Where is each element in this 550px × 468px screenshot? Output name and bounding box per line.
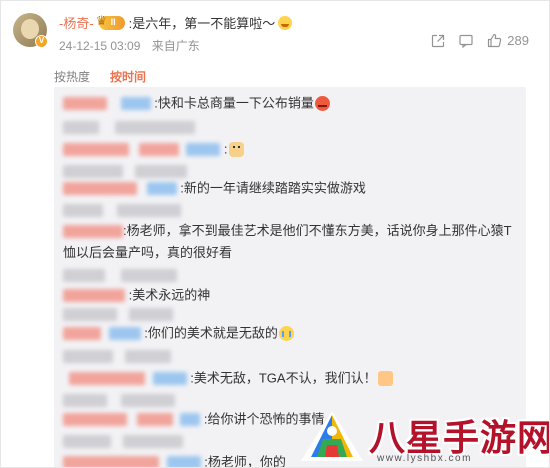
blurred-badge — [166, 456, 201, 467]
blurred-username — [63, 289, 125, 303]
blurred-text — [124, 350, 171, 364]
blurred-text — [138, 143, 179, 157]
comment-meta: 24-12-15 03:09 来自广东 — [59, 37, 200, 54]
watermark-url: www.lyshbx.com — [377, 453, 472, 464]
blurred-username — [63, 435, 111, 449]
reply-text: :快和卡总商量一下公布销量 — [154, 95, 314, 111]
reply-item — [63, 346, 171, 366]
comment-text: :是六年，第一不能算啦～ — [128, 16, 276, 31]
comment-header: -杨奇- :是六年，第一不能算啦～ — [59, 13, 293, 32]
share-icon[interactable] — [431, 34, 445, 48]
reply-item — [63, 304, 173, 324]
blurred-username — [63, 394, 107, 408]
watermark-logo-icon — [299, 409, 365, 467]
reply-text: :杨老师，拿不到最佳艺术是他们不懂东方美，话说你身上那件心猿T恤以后会量产吗，真… — [63, 223, 512, 260]
blurred-username — [63, 350, 113, 364]
blurred-username — [63, 308, 117, 322]
doge-emoji-icon — [228, 142, 244, 158]
comment-date: 24-12-15 03:09 — [59, 39, 141, 53]
blurred-badge — [180, 413, 201, 427]
blurred-badge — [152, 372, 187, 386]
reply-text: :美术永远的神 — [128, 287, 211, 303]
reply-item — [63, 200, 181, 220]
blurred-text — [128, 308, 173, 322]
blurred-text — [120, 269, 177, 283]
reply-text: :杨老师，你的 — [204, 454, 286, 468]
reply-item — [63, 390, 175, 410]
like-button[interactable]: 289 — [487, 33, 529, 48]
username-link[interactable]: -杨奇- — [59, 13, 94, 32]
blurred-badge — [120, 97, 151, 111]
blurred-badge — [146, 182, 177, 196]
thumbs-up-emoji-icon — [377, 371, 393, 387]
weibo-comment-panel: V -杨奇- :是六年，第一不能算啦～ 24-12-15 03:09 来自广东 … — [0, 0, 550, 468]
blurred-text — [122, 435, 183, 449]
reply-text: :你们的美术就是无敌的 — [144, 325, 278, 341]
grin-emoji-icon — [278, 15, 293, 30]
reply-text: :美术无敌，TGA不认，我们认！ — [190, 370, 377, 386]
reply-item: :新的一年请继续踏踏实实做游戏 — [63, 178, 366, 199]
blurred-text — [134, 165, 187, 179]
reply-item: : — [63, 139, 244, 160]
blurred-username — [63, 204, 103, 218]
blurred-username — [63, 143, 129, 157]
blurred-username — [63, 269, 105, 283]
tab-sort-by-time[interactable]: 按时间 — [110, 68, 146, 85]
comment-icon[interactable] — [459, 34, 473, 48]
verified-badge-icon: V — [35, 35, 48, 48]
reply-item: :杨老师，拿不到最佳艺术是他们不懂东方美，话说你身上那件心猿T恤以后会量产吗，真… — [63, 220, 518, 264]
reply-item: :杨老师，你的 — [63, 452, 286, 468]
reply-text: : — [223, 141, 228, 157]
reply-item: :你们的美术就是无敌的 — [63, 323, 294, 344]
blurred-text — [114, 121, 195, 135]
comment-actions: 289 — [431, 33, 529, 48]
cry-emoji-icon — [278, 326, 294, 342]
reply-item — [63, 265, 177, 285]
blurred-badge — [186, 143, 221, 157]
reply-item: :给你讲个恐怖的事情 — [63, 409, 325, 430]
like-count: 289 — [507, 33, 529, 48]
blurred-username — [63, 97, 107, 111]
blurred-username — [63, 165, 123, 179]
blurred-username — [63, 121, 99, 135]
blurred-username — [63, 413, 127, 427]
reply-item: :美术永远的神 — [63, 285, 210, 306]
blurred-text — [120, 394, 175, 408]
tab-sort-by-heat[interactable]: 按热度 — [54, 68, 90, 85]
angry-emoji-icon — [314, 96, 330, 112]
blurred-username — [63, 327, 101, 341]
blurred-username — [63, 225, 123, 239]
comment-location: 来自广东 — [151, 39, 200, 53]
blurred-username — [63, 456, 159, 467]
reply-item — [63, 431, 183, 451]
reply-text: :新的一年请继续踏踏实实做游戏 — [180, 180, 366, 196]
blurred-text — [116, 204, 181, 218]
reply-item — [63, 117, 195, 137]
reply-item: :快和卡总商量一下公布销量 — [63, 93, 330, 114]
vip-crown-icon — [96, 13, 125, 30]
blurred-username — [69, 372, 145, 386]
like-icon — [487, 33, 502, 48]
blurred-username — [63, 182, 137, 196]
sort-tabs: 按热度 按时间 — [54, 68, 146, 85]
blurred-badge — [108, 327, 141, 341]
blurred-text — [136, 413, 173, 427]
reply-item: :美术无敌，TGA不认，我们认！ — [63, 368, 393, 389]
